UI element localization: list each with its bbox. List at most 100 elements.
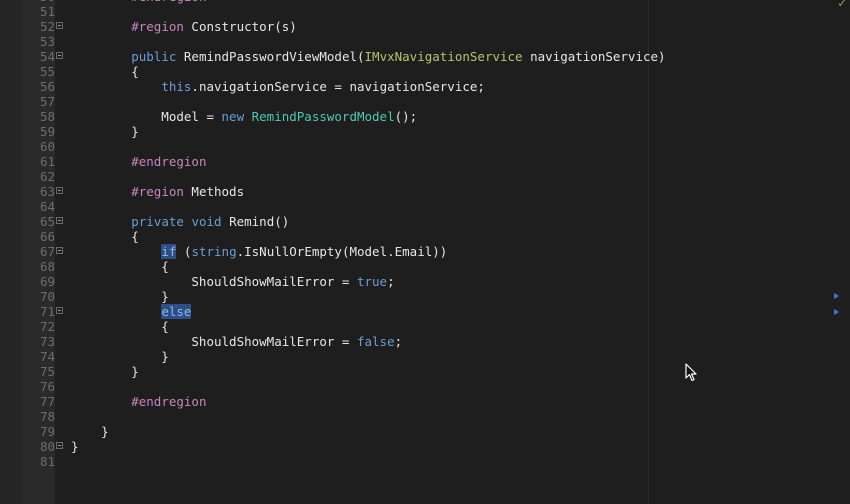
- line-number: 70: [39, 289, 55, 304]
- line-number: 56: [39, 79, 55, 94]
- code-line[interactable]: 70 }: [0, 289, 850, 304]
- fold-toggle-icon[interactable]: [56, 442, 63, 449]
- code-token: }: [71, 364, 139, 379]
- line-number: 53: [39, 34, 55, 49]
- line-number: 59: [39, 124, 55, 139]
- mouse-pointer-icon: [685, 363, 697, 385]
- code-text: #endregion: [71, 394, 206, 409]
- code-text: private void Remind(): [71, 214, 289, 229]
- code-token: public: [131, 49, 177, 64]
- line-number: 80: [39, 439, 55, 454]
- code-text: else: [71, 304, 192, 319]
- line-number: 62: [39, 169, 55, 184]
- code-text: Model = new RemindPasswordModel();: [71, 109, 417, 124]
- scroll-marker-icon[interactable]: [834, 293, 839, 299]
- code-token: .IsNullOrEmpty(Model.Email)): [236, 244, 448, 259]
- code-line[interactable]: 58 Model = new RemindPasswordModel();: [0, 109, 850, 124]
- code-line[interactable]: 52 #region Constructor(s): [0, 19, 850, 34]
- code-line[interactable]: 53: [0, 34, 850, 49]
- code-token: string: [191, 244, 237, 259]
- fold-toggle-icon[interactable]: [56, 22, 63, 29]
- code-token: void: [191, 214, 222, 229]
- line-number: 67: [39, 244, 55, 259]
- code-line[interactable]: 77 #endregion: [0, 394, 850, 409]
- line-number: 72: [39, 319, 55, 334]
- scroll-marker-icon[interactable]: [834, 309, 839, 315]
- code-line[interactable]: 75 }: [0, 364, 850, 379]
- code-token: Model =: [71, 109, 222, 124]
- code-token: ShouldShowMailError =: [71, 334, 357, 349]
- code-line[interactable]: 67 if (string.IsNullOrEmpty(Model.Email)…: [0, 244, 850, 259]
- code-line[interactable]: 76: [0, 379, 850, 394]
- code-text: }: [71, 424, 109, 439]
- code-text: public RemindPasswordViewModel(IMvxNavig…: [71, 49, 665, 64]
- code-line[interactable]: 72 {: [0, 319, 850, 334]
- code-line[interactable]: 81: [0, 454, 850, 469]
- line-number: 81: [39, 454, 55, 469]
- code-line[interactable]: 51: [0, 4, 850, 19]
- code-token: else: [161, 304, 192, 319]
- code-line[interactable]: 73 ShouldShowMailError = false;: [0, 334, 850, 349]
- code-line[interactable]: 63 #region Methods: [0, 184, 850, 199]
- code-line[interactable]: 79 }: [0, 424, 850, 439]
- code-token: RemindPasswordViewModel(: [176, 49, 365, 64]
- code-line[interactable]: 66 {: [0, 229, 850, 244]
- code-line[interactable]: 68 {: [0, 259, 850, 274]
- fold-toggle-icon[interactable]: [56, 187, 63, 194]
- code-text: #region Constructor(s): [71, 19, 297, 34]
- code-token: }: [71, 349, 169, 364]
- line-number: 54: [39, 49, 55, 64]
- code-line[interactable]: 54 public RemindPasswordViewModel(IMvxNa…: [0, 49, 850, 64]
- code-token: Constructor(s): [183, 19, 297, 34]
- line-number: 65: [39, 214, 55, 229]
- code-token: #endregion: [131, 394, 207, 409]
- code-text: {: [71, 64, 139, 79]
- code-line[interactable]: 65 private void Remind(): [0, 214, 850, 229]
- line-number: 51: [39, 4, 55, 19]
- code-line[interactable]: 59 }: [0, 124, 850, 139]
- code-text: {: [71, 259, 169, 274]
- code-line[interactable]: 64: [0, 199, 850, 214]
- line-number: 78: [39, 409, 55, 424]
- code-text: {: [71, 229, 139, 244]
- code-line[interactable]: 80}: [0, 439, 850, 454]
- code-text: ShouldShowMailError = false;: [71, 334, 402, 349]
- code-line[interactable]: 56 this.navigationService = navigationSe…: [0, 79, 850, 94]
- code-line[interactable]: 55 {: [0, 64, 850, 79]
- code-line[interactable]: 57: [0, 94, 850, 109]
- code-text: {: [71, 319, 169, 334]
- fold-toggle-icon[interactable]: [56, 307, 63, 314]
- code-lines: 50 #endregion5152 #region Constructor(s)…: [0, 0, 850, 469]
- code-token: Methods: [183, 184, 245, 199]
- code-token: ();: [394, 109, 418, 124]
- line-number: 76: [39, 379, 55, 394]
- code-line[interactable]: 61 #endregion: [0, 154, 850, 169]
- code-text: }: [71, 289, 169, 304]
- code-token: RemindPasswordModel: [251, 109, 395, 124]
- line-number: 69: [39, 274, 55, 289]
- code-token: Remind(): [221, 214, 290, 229]
- fold-toggle-icon[interactable]: [56, 247, 63, 254]
- code-text: }: [71, 439, 79, 454]
- code-line[interactable]: 71 else: [0, 304, 850, 319]
- code-text: #endregion: [71, 154, 206, 169]
- line-number: 68: [39, 259, 55, 274]
- line-number: 57: [39, 94, 55, 109]
- code-line[interactable]: 60: [0, 139, 850, 154]
- line-number: 73: [39, 334, 55, 349]
- fold-toggle-icon[interactable]: [56, 52, 63, 59]
- code-token: ;: [387, 274, 395, 289]
- fold-toggle-icon[interactable]: [56, 217, 63, 224]
- code-token: false: [356, 334, 395, 349]
- code-line[interactable]: 69 ShouldShowMailError = true;: [0, 274, 850, 289]
- code-line[interactable]: 78: [0, 409, 850, 424]
- code-line[interactable]: 74 }: [0, 349, 850, 364]
- code-line[interactable]: 62: [0, 169, 850, 184]
- code-token: ShouldShowMailError =: [71, 274, 357, 289]
